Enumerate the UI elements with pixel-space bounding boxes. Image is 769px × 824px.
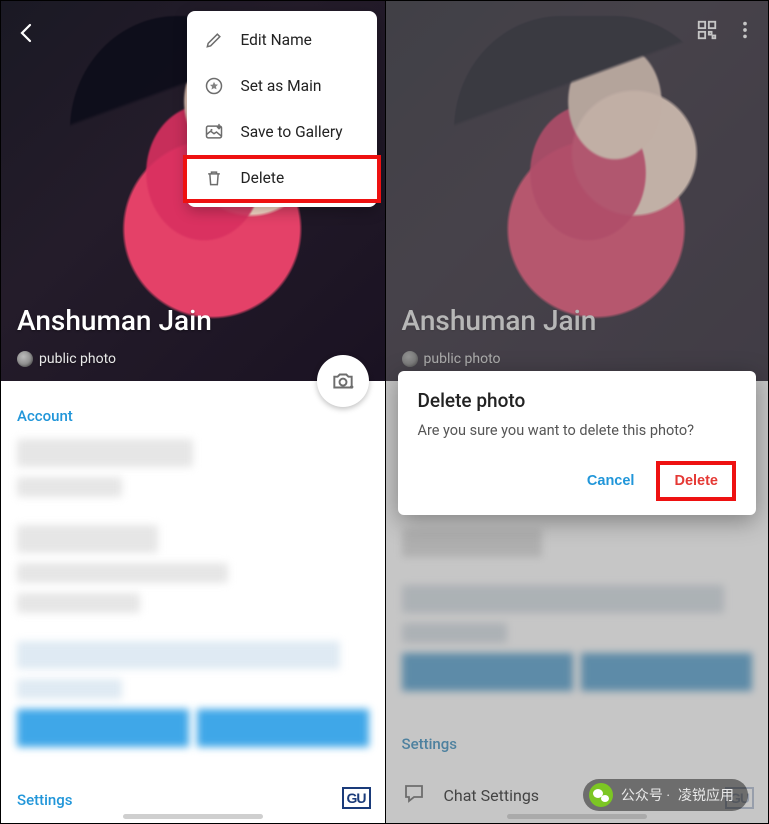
pencil-icon [203, 29, 225, 51]
redacted-row [17, 525, 158, 553]
attribution-name: 凌锐应用 [678, 785, 734, 805]
menu-item-save-gallery[interactable]: Save to Gallery [187, 109, 377, 155]
menu-item-delete[interactable]: Delete [187, 155, 377, 201]
redacted-row [17, 641, 340, 669]
dialog-message: Are you sure you want to delete this pho… [418, 422, 737, 439]
profile-body: Account Settings Chat Settings [1, 381, 385, 823]
redacted-row [17, 563, 228, 583]
section-title-settings: Settings [17, 791, 369, 809]
wechat-icon [589, 783, 613, 807]
image-download-icon [203, 121, 225, 143]
photo-visibility-label: public photo [39, 351, 116, 367]
trash-icon [203, 167, 225, 189]
delete-photo-dialog: Delete photo Are you sure you want to de… [398, 371, 757, 515]
dialog-title: Delete photo [418, 389, 737, 412]
star-circle-icon [203, 75, 225, 97]
menu-item-label: Edit Name [241, 31, 312, 49]
cancel-button[interactable]: Cancel [573, 461, 649, 501]
menu-item-edit-name[interactable]: Edit Name [187, 17, 377, 63]
redacted-button-row [17, 709, 369, 747]
change-photo-fab[interactable] [317, 355, 369, 407]
menu-item-label: Set as Main [241, 77, 322, 95]
attribution-prefix: 公众号 · [621, 785, 670, 805]
menu-item-label: Save to Gallery [241, 123, 343, 141]
redacted-row [17, 477, 122, 497]
redacted-row [17, 593, 140, 613]
redacted-button [197, 709, 369, 747]
menu-item-set-main[interactable]: Set as Main [187, 63, 377, 109]
menu-item-label: Delete [241, 169, 285, 187]
watermark-logo: GU [342, 787, 371, 809]
gesture-bar [123, 814, 263, 819]
profile-name: Anshuman Jain [17, 304, 212, 337]
redacted-row [17, 439, 193, 467]
redacted-row [17, 679, 122, 699]
redacted-button [17, 709, 189, 747]
delete-button[interactable]: Delete [656, 461, 736, 501]
section-title-account: Account [17, 407, 369, 425]
globe-icon [17, 351, 33, 367]
photo-options-menu: Edit Name Set as Main Save to Gallery De… [187, 11, 377, 207]
source-attribution: 公众号 · 凌锐应用 [583, 779, 748, 811]
back-arrow-icon[interactable] [15, 21, 39, 49]
screenshot-right-delete-dialog: Anshuman Jain public photo Account Setti… [385, 1, 769, 823]
photo-visibility: public photo [17, 351, 116, 367]
screenshot-left-profile-menu: Anshuman Jain public photo Edit Name [1, 1, 385, 823]
